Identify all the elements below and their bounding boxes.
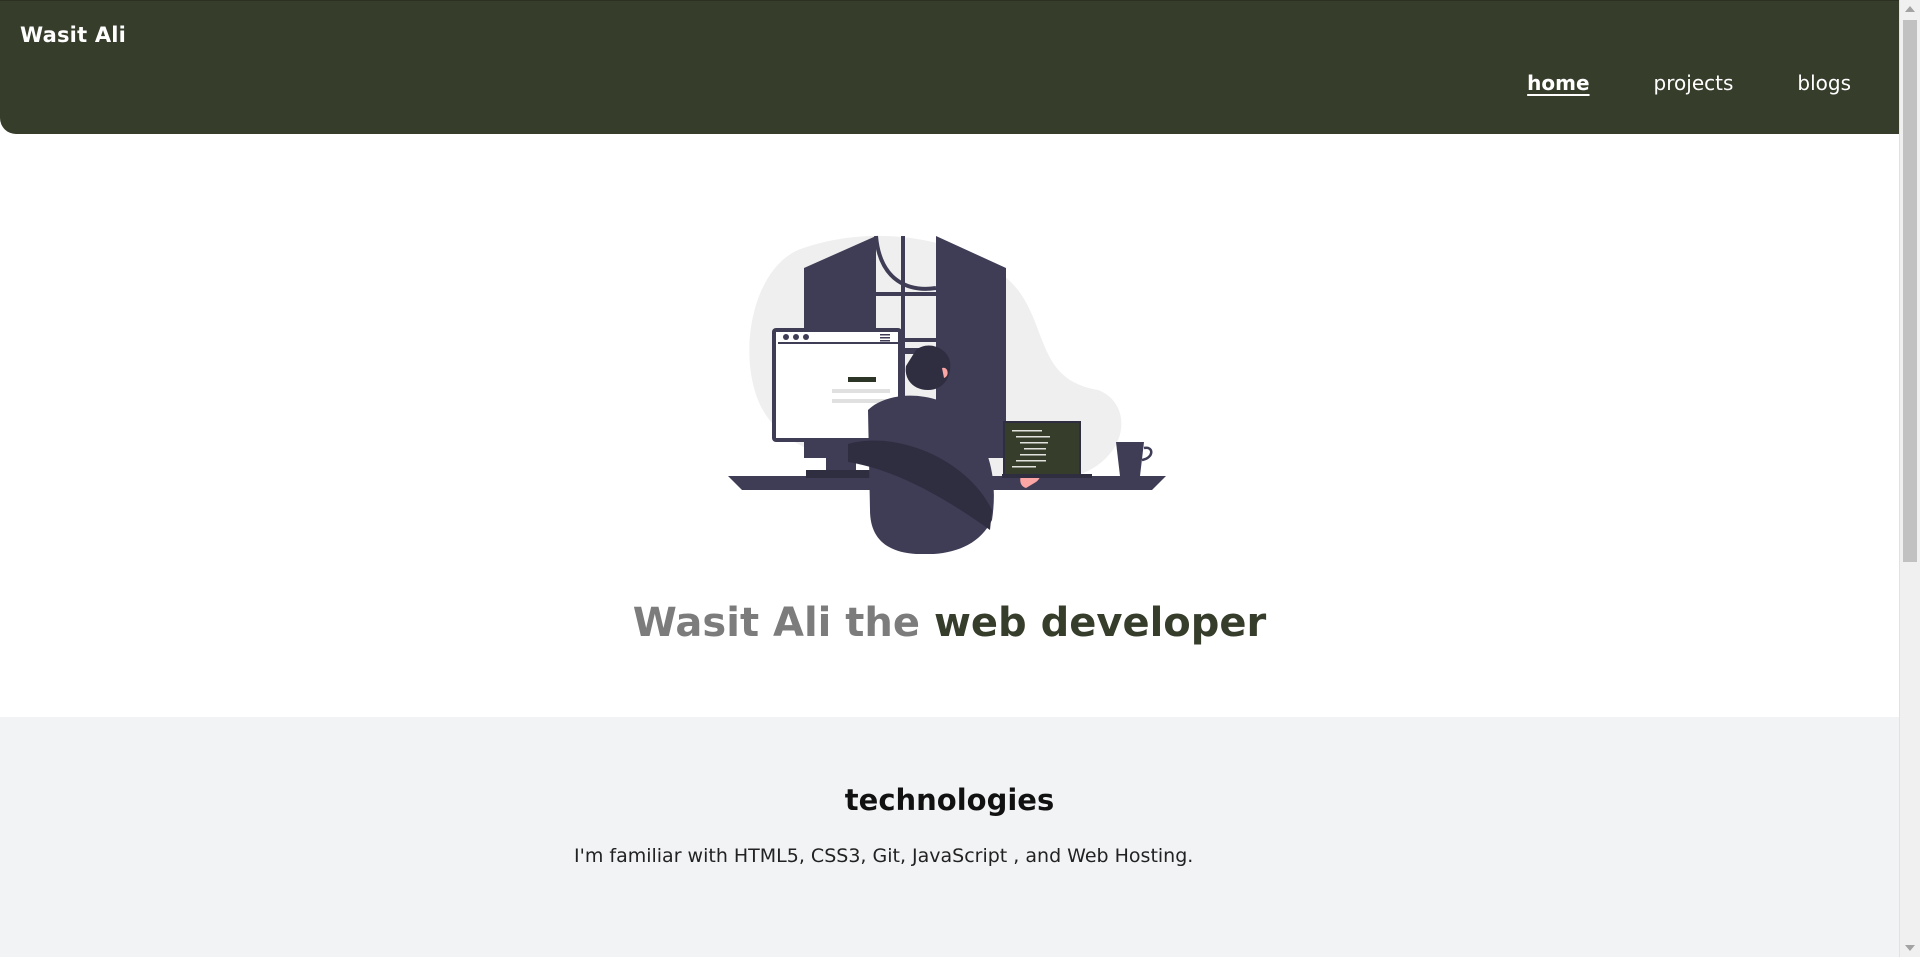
brand-name[interactable]: Wasit Ali [20, 23, 126, 47]
nav-link-blogs[interactable]: blogs [1797, 71, 1851, 95]
page: Wasit Ali home projects blogs Wasit Ali … [0, 0, 1899, 957]
mug [1116, 442, 1144, 476]
browser-dot [793, 334, 799, 340]
nav-link-home[interactable]: home [1527, 71, 1589, 95]
browser-dot [803, 334, 809, 340]
nav-link-projects[interactable]: projects [1654, 71, 1734, 95]
developer-illustration [728, 235, 1166, 554]
mug-handle [1141, 446, 1153, 462]
main-nav: home projects blogs [1527, 71, 1851, 95]
hero-section: Wasit Ali the web developer [0, 134, 1899, 717]
menu-icon-line [880, 334, 890, 336]
browser-bar-line [778, 342, 898, 344]
screen-button [848, 377, 876, 382]
menu-icon-line [880, 337, 890, 339]
headline-name: Wasit Ali the [632, 600, 921, 646]
window-transom [876, 292, 936, 296]
technologies-section: technologies I'm familiar with HTML5, CS… [0, 717, 1899, 957]
scroll-down-arrow-icon[interactable] [1905, 945, 1915, 951]
vertical-scrollbar[interactable] [1899, 0, 1920, 957]
scrollbar-thumb[interactable] [1903, 20, 1917, 562]
monitor-base [806, 470, 876, 478]
browser-dot [783, 334, 789, 340]
technologies-text: I'm familiar with HTML5, CSS3, Git, Java… [574, 845, 1194, 867]
scroll-up-arrow-icon[interactable] [1905, 6, 1915, 12]
hero-headline: Wasit Ali the web developer [0, 600, 1899, 646]
headline-role: web developer [933, 600, 1267, 646]
technologies-title: technologies [844, 783, 1055, 817]
menu-icon-line [880, 340, 890, 342]
screen-text-line [832, 389, 890, 393]
top-navbar: Wasit Ali home projects blogs [0, 0, 1899, 134]
laptop-base [1002, 474, 1092, 478]
